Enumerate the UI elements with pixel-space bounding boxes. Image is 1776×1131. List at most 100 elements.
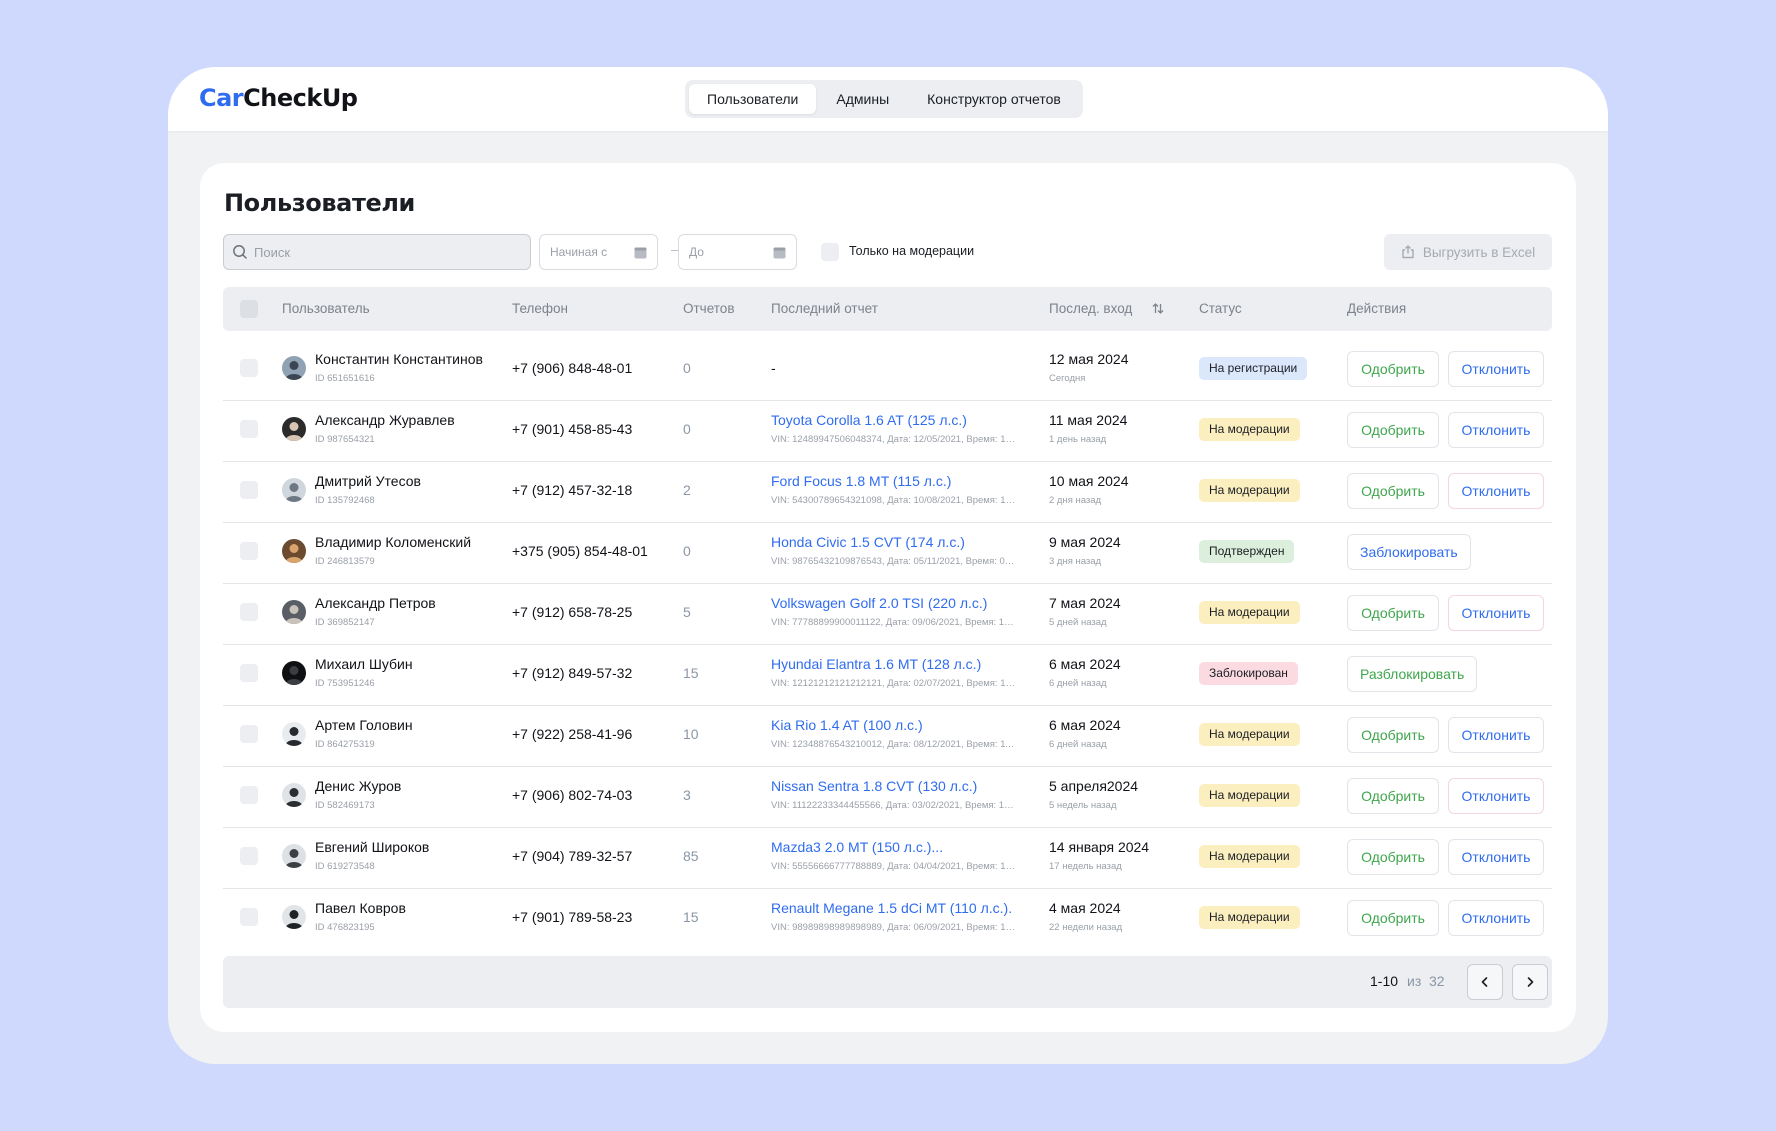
row-checkbox[interactable] <box>240 664 258 682</box>
approve-button[interactable]: Одобрить <box>1347 778 1439 814</box>
avatar <box>282 905 306 929</box>
reject-button[interactable]: Отклонить <box>1448 900 1544 936</box>
approve-button[interactable]: Одобрить <box>1347 839 1439 875</box>
user-phone: +375 (905) 854-48-01 <box>512 543 648 559</box>
reject-button[interactable]: Отклонить <box>1448 351 1544 387</box>
select-all-checkbox[interactable] <box>240 300 258 318</box>
last-login-date: 6 мая 2024 <box>1049 717 1121 733</box>
col-status: Статус <box>1199 301 1242 316</box>
last-login-relative: 6 дней назад <box>1049 739 1107 750</box>
last-report-link[interactable]: Kia Rio 1.4 AT (100 л.с.) <box>771 717 923 733</box>
search-input[interactable] <box>254 244 514 260</box>
search-box[interactable] <box>223 234 531 270</box>
user-name[interactable]: Михаил Шубин <box>315 656 413 672</box>
last-login-date: 14 января 2024 <box>1049 839 1150 855</box>
row-checkbox[interactable] <box>240 847 258 865</box>
export-excel-button[interactable]: Выгрузить в Excel <box>1384 234 1552 270</box>
tab-users[interactable]: Пользователи <box>689 84 817 114</box>
row-checkbox[interactable] <box>240 725 258 743</box>
reject-button[interactable]: Отклонить <box>1448 595 1544 631</box>
status-badge: Заблокирован <box>1199 662 1298 685</box>
prev-page-button[interactable] <box>1467 964 1503 1000</box>
last-login-relative: 6 дней назад <box>1049 678 1107 689</box>
approve-button[interactable]: Одобрить <box>1347 351 1439 387</box>
reject-button[interactable]: Отклонить <box>1448 473 1544 509</box>
user-phone: +7 (912) 457-32-18 <box>512 482 633 498</box>
app-window: CarCheckUp Пользователи Админы Конструкт… <box>168 67 1608 1064</box>
reports-count: 15 <box>683 665 699 681</box>
avatar <box>282 844 306 868</box>
row-checkbox[interactable] <box>240 603 258 621</box>
tab-admins[interactable]: Админы <box>818 84 907 114</box>
user-name[interactable]: Александр Петров <box>315 595 436 611</box>
row-checkbox[interactable] <box>240 359 258 377</box>
date-from-field[interactable] <box>539 234 658 270</box>
user-name[interactable]: Артем Головин <box>315 717 413 733</box>
pagination-bar: 1-10 из 32 <box>223 956 1552 1008</box>
reject-button[interactable]: Отклонить <box>1448 717 1544 753</box>
table-row: Александр Петров ID 369852147 +7 (912) 658… <box>223 584 1552 645</box>
row-checkbox[interactable] <box>240 908 258 926</box>
tab-report-builder[interactable]: Конструктор отчетов <box>909 84 1079 114</box>
user-name[interactable]: Денис Журов <box>315 778 401 794</box>
logo[interactable]: CarCheckUp <box>199 84 358 112</box>
last-report-link[interactable]: Ford Focus 1.8 MT (115 л.с.) <box>771 473 951 489</box>
last-report-link[interactable]: Hyundai Elantra 1.6 MT (128 л.с.) <box>771 656 981 672</box>
last-report-link[interactable]: Mazda3 2.0 MT (150 л.с.)... <box>771 839 943 855</box>
approve-button[interactable]: Одобрить <box>1347 717 1439 753</box>
approve-button[interactable]: Одобрить <box>1347 595 1439 631</box>
sort-icon[interactable] <box>1152 302 1164 315</box>
user-id: ID 246813579 <box>315 556 375 567</box>
calendar-icon[interactable] <box>773 246 786 259</box>
chevron-left-icon <box>1481 977 1488 987</box>
user-name[interactable]: Константин Константинов <box>315 351 483 367</box>
search-icon <box>233 245 247 259</box>
date-from-input[interactable] <box>550 245 630 259</box>
last-report-link[interactable]: Toyota Corolla 1.6 AT (125 л.с.) <box>771 412 967 428</box>
page-title: Пользователи <box>224 189 415 217</box>
approve-button[interactable]: Одобрить <box>1347 412 1439 448</box>
last-login-relative: 17 недель назад <box>1049 861 1122 872</box>
row-checkbox[interactable] <box>240 420 258 438</box>
date-to-field[interactable] <box>678 234 797 270</box>
reject-button[interactable]: Отклонить <box>1448 778 1544 814</box>
user-name[interactable]: Евгений Широков <box>315 839 429 855</box>
last-report-link[interactable]: Volkswagen Golf 2.0 TSI (220 л.с.) <box>771 595 987 611</box>
col-reports: Отчетов <box>683 301 735 316</box>
approve-button[interactable]: Одобрить <box>1347 900 1439 936</box>
col-user: Пользователь <box>282 301 370 316</box>
moderation-only-checkbox[interactable] <box>821 243 839 261</box>
reject-button[interactable]: Отклонить <box>1448 839 1544 875</box>
user-phone: +7 (912) 658-78-25 <box>512 604 633 620</box>
row-checkbox[interactable] <box>240 786 258 804</box>
user-id: ID 987654321 <box>315 434 375 445</box>
next-page-button[interactable] <box>1512 964 1548 1000</box>
user-name[interactable]: Павел Ковров <box>315 900 406 916</box>
last-report-link[interactable]: Honda Civic 1.5 CVT (174 л.с.) <box>771 534 965 550</box>
last-login-date: 10 мая 2024 <box>1049 473 1129 489</box>
last-login-date: 7 мая 2024 <box>1049 595 1121 611</box>
reject-button[interactable]: Отклонить <box>1448 412 1544 448</box>
last-login-relative: 2 дня назад <box>1049 495 1102 506</box>
user-id: ID 864275319 <box>315 739 375 750</box>
user-name[interactable]: Александр Журавлев <box>315 412 455 428</box>
user-id: ID 582469173 <box>315 800 375 811</box>
user-phone: +7 (906) 802-74-03 <box>512 787 633 803</box>
date-to-input[interactable] <box>689 245 769 259</box>
last-report-link[interactable]: Renault Megane 1.5 dCi MT (110 л.с.). <box>771 900 1012 916</box>
user-name[interactable]: Дмитрий Утесов <box>315 473 421 489</box>
user-phone: +7 (906) 848-48-01 <box>512 360 633 376</box>
table-row: Артем Головин ID 864275319 +7 (922) 258-41… <box>223 706 1552 767</box>
unblock-button[interactable]: Разблокировать <box>1347 656 1478 692</box>
user-name[interactable]: Владимир Коломенский <box>315 534 471 550</box>
approve-button[interactable]: Одобрить <box>1347 473 1439 509</box>
row-checkbox[interactable] <box>240 481 258 499</box>
last-report-link[interactable]: Nissan Sentra 1.8 CVT (130 л.с.) <box>771 778 977 794</box>
avatar <box>282 539 306 563</box>
calendar-icon[interactable] <box>634 246 647 259</box>
last-report-details: VIN: 77788899900011122, Дата: 09/06/2021… <box>771 617 1017 628</box>
user-id: ID 135792468 <box>315 495 375 506</box>
row-checkbox[interactable] <box>240 542 258 560</box>
block-button[interactable]: Заблокировать <box>1347 534 1471 570</box>
col-last-login[interactable]: Послед. вход <box>1049 301 1132 316</box>
